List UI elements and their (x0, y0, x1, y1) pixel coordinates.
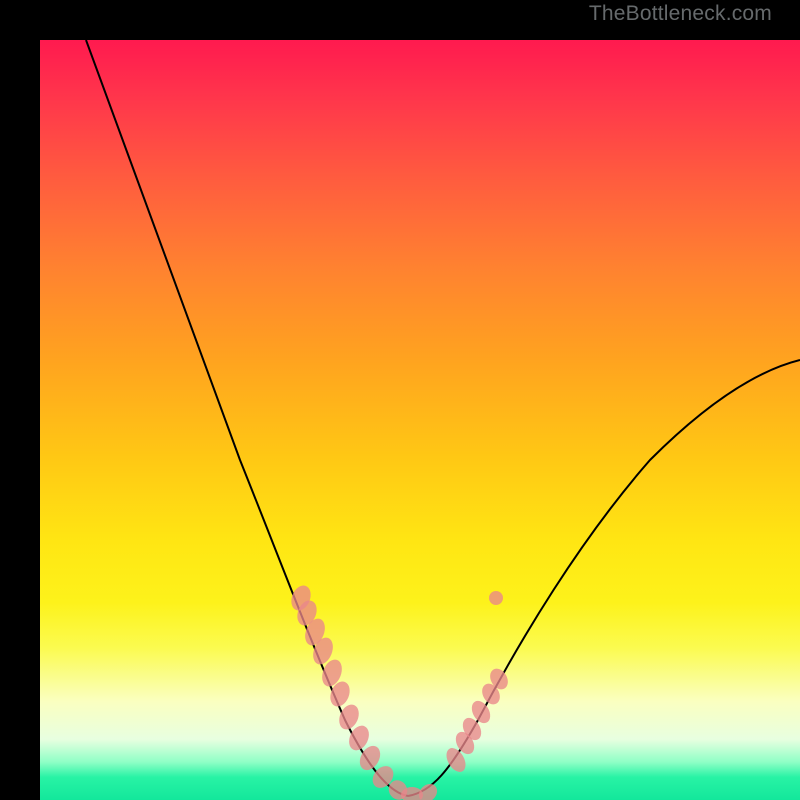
highlight-right (443, 591, 512, 775)
curve-left-arm (86, 40, 408, 796)
curve-layer (40, 40, 800, 800)
plot-area (40, 40, 800, 800)
highlight-left (288, 583, 441, 800)
chart-frame (0, 0, 800, 800)
watermark-text: TheBottleneck.com (589, 2, 772, 26)
